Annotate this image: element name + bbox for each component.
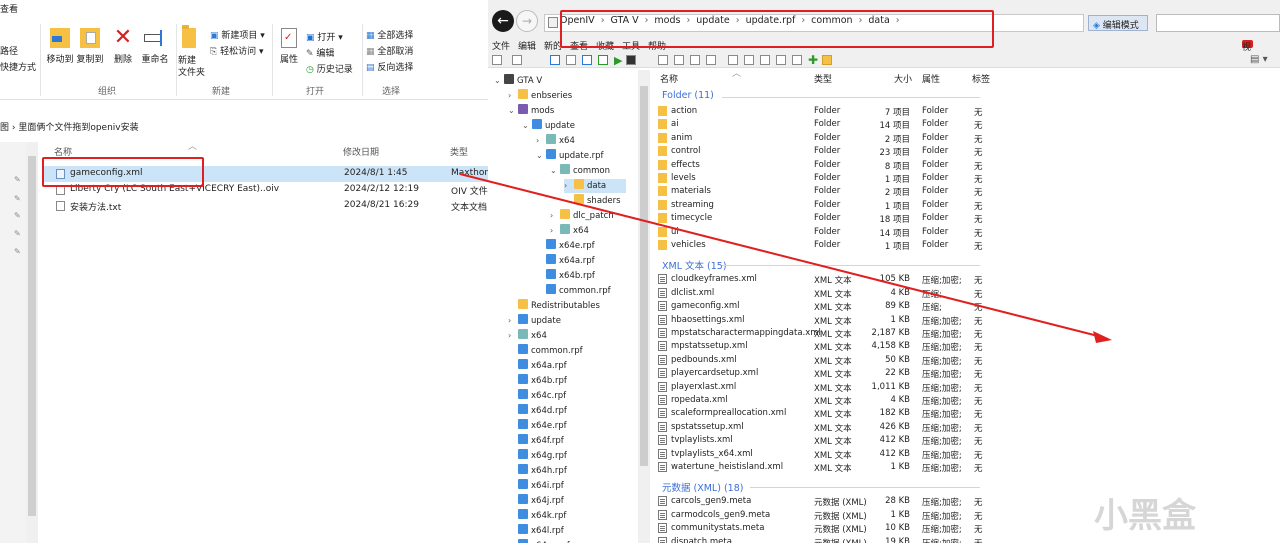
watermark-logo: 小黑盒 bbox=[1094, 496, 1196, 536]
arrow-head bbox=[1093, 331, 1112, 343]
annotation-arrow bbox=[459, 173, 1112, 343]
arrow-shaft bbox=[459, 173, 1099, 337]
